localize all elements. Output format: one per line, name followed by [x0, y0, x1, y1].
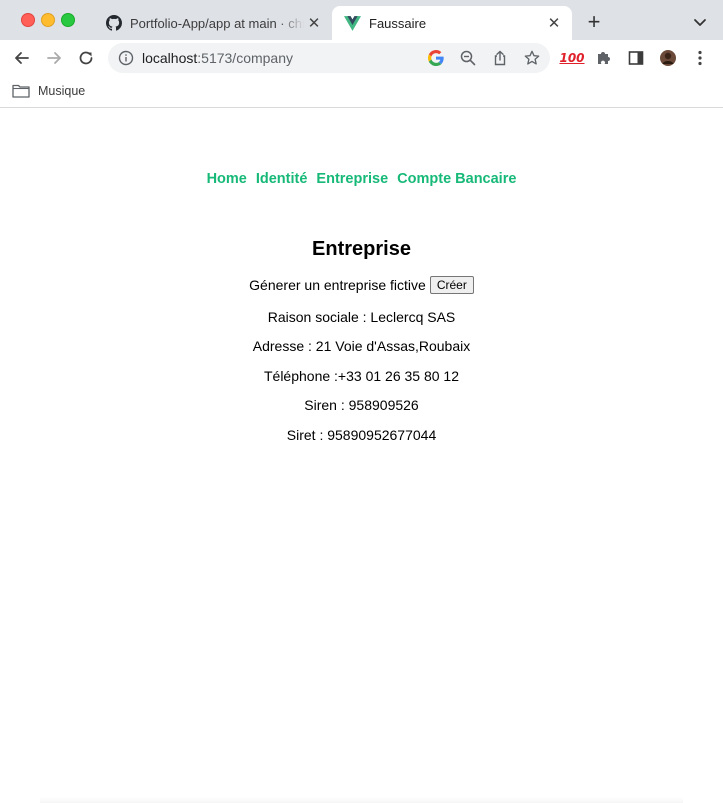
extensions-button[interactable] [592, 46, 616, 70]
tab-title: Faussaire [369, 15, 427, 31]
hundred-points-icon: 100 [559, 51, 585, 65]
chevron-down-icon [694, 19, 706, 26]
arrow-right-icon [47, 52, 61, 64]
url-text: localhost:5173/company [142, 43, 293, 73]
zoom-out-icon[interactable] [457, 47, 479, 69]
url-path: :5173/company [197, 50, 293, 66]
bookmarks-bar: Musique [0, 76, 723, 108]
puzzle-icon [598, 52, 610, 64]
side-panel-button[interactable] [624, 46, 648, 70]
more-vertical-icon [698, 50, 702, 66]
generate-row: Génerer un entreprise fictive Créer [0, 276, 723, 294]
chrome-menu-button[interactable] [688, 46, 712, 70]
create-button[interactable]: Créer [429, 276, 474, 294]
close-icon[interactable]: ✕ [544, 14, 564, 32]
nav-link-identite[interactable]: Identité [256, 171, 308, 187]
generate-label: Génerer un entreprise fictive [249, 277, 426, 293]
nav-link-home[interactable]: Home [207, 171, 247, 187]
nav-link-compte-bancaire[interactable]: Compte Bancaire [397, 171, 516, 187]
reload-icon [79, 51, 93, 65]
close-window-button[interactable] [21, 13, 35, 27]
arrow-left-icon [15, 52, 29, 64]
close-icon[interactable]: ✕ [304, 14, 324, 32]
new-tab-button[interactable]: + [583, 10, 605, 34]
company-telephone: Téléphone :+33 01 26 35 80 12 [263, 368, 459, 384]
page-content: Home Identité Entreprise Compte Bancaire… [0, 108, 723, 803]
forward-button[interactable] [42, 46, 66, 70]
side-panel-icon [628, 51, 644, 65]
bookmark-musique[interactable]: Musique [12, 80, 85, 102]
maximize-window-button[interactable] [61, 13, 75, 27]
company-siret: Siret : 95890952677044 [286, 427, 437, 443]
avatar-icon [660, 50, 676, 66]
hundred-points-extension[interactable]: 100 [559, 46, 585, 70]
company-raison-sociale: Raison sociale : Leclercq SAS [267, 309, 456, 325]
folder-icon [12, 84, 30, 98]
tab-search-button[interactable] [690, 12, 710, 32]
browser-window: Portfolio-App/app at main · chr ✕ Faussa… [0, 0, 723, 803]
minimize-window-button[interactable] [41, 13, 55, 27]
nav-link-entreprise[interactable]: Entreprise [316, 171, 388, 187]
url-host: localhost [142, 50, 198, 66]
tab-title: Portfolio-App/app at main · chr [130, 15, 304, 31]
main-nav: Home Identité Entreprise Compte Bancaire [0, 171, 723, 187]
github-icon [106, 15, 122, 31]
share-icon[interactable] [489, 47, 511, 69]
tab-portfolio-app[interactable]: Portfolio-App/app at main · chr ✕ [96, 6, 332, 40]
company-adresse: Adresse : 21 Voie d'Assas,Roubaix [252, 338, 471, 354]
profile-avatar[interactable] [656, 46, 680, 70]
toolbar: localhost:5173/company 100 [0, 40, 723, 76]
window-bottom-edge [40, 797, 683, 803]
company-siren: Siren : 958909526 [304, 397, 419, 413]
back-button[interactable] [10, 46, 34, 70]
vue-icon [344, 15, 361, 31]
page-title: Entreprise [312, 238, 411, 260]
bookmark-label: Musique [38, 84, 86, 98]
tab-faussaire[interactable]: Faussaire ✕ [332, 6, 572, 40]
google-icon[interactable] [425, 47, 447, 69]
address-bar[interactable]: localhost:5173/company [108, 43, 550, 73]
reload-button[interactable] [74, 46, 98, 70]
site-info-icon[interactable] [115, 47, 137, 69]
star-icon[interactable] [521, 47, 543, 69]
tab-strip: Portfolio-App/app at main · chr ✕ Faussa… [0, 0, 723, 44]
